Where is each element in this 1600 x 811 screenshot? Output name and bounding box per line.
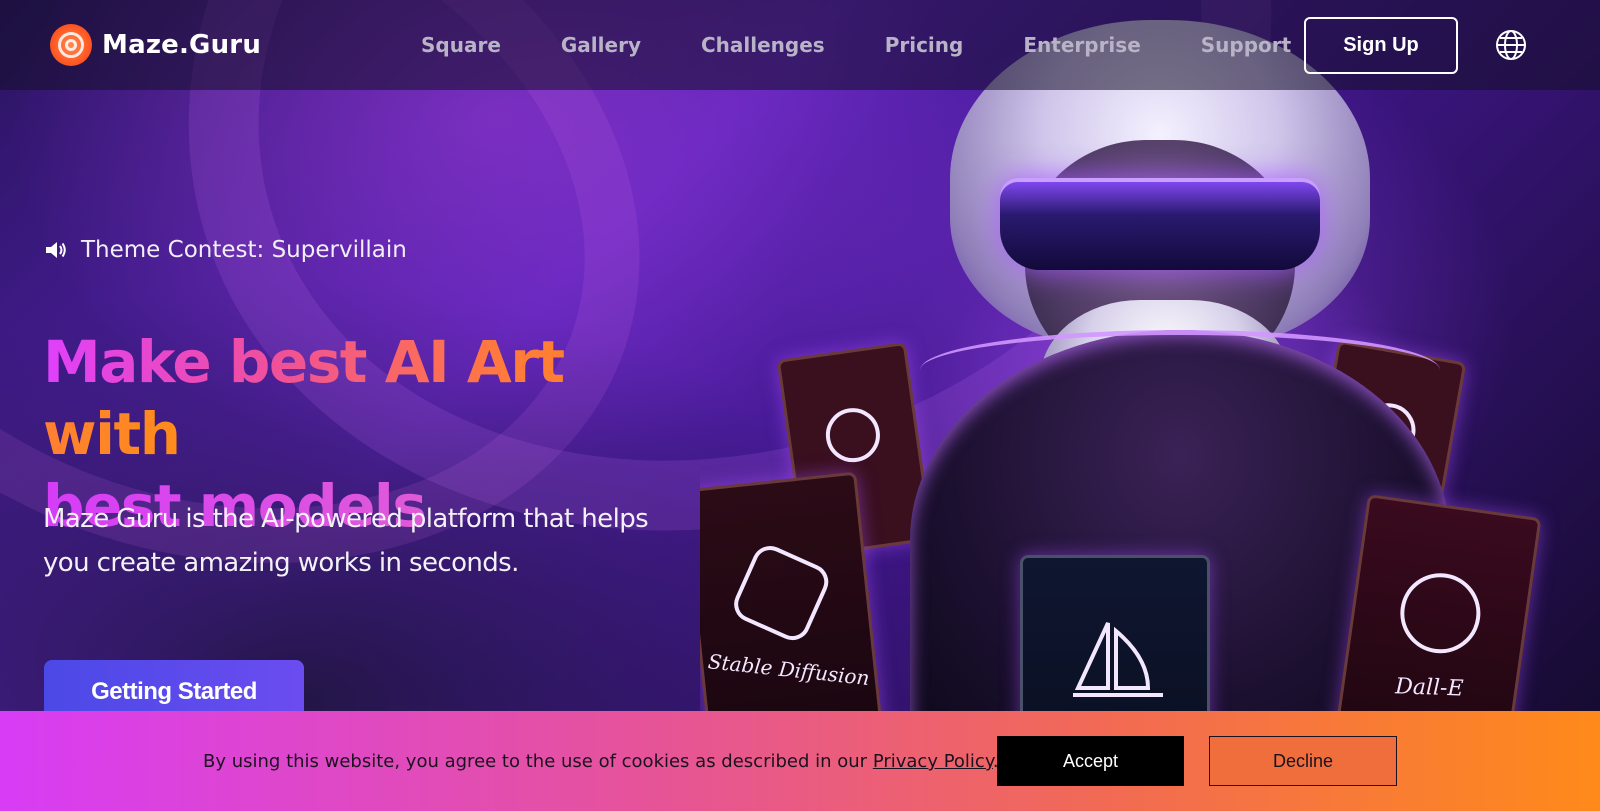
cookie-consent-bar: By using this website, you agree to the …	[0, 711, 1600, 811]
character-collar	[920, 330, 1440, 410]
openai-logo-icon	[1394, 567, 1486, 659]
card-label: Stable Diffusion	[706, 649, 871, 691]
stable-diffusion-logo-icon	[727, 540, 834, 646]
privacy-policy-link[interactable]: Privacy Policy	[873, 751, 993, 772]
hero-artwork: Stable Diffusion Dall-E	[700, 0, 1600, 711]
announcement-text: Theme Contest: Supervillain	[81, 237, 407, 263]
brand-logo[interactable]: Maze.Guru	[50, 24, 261, 66]
model-card-midjourney	[1020, 555, 1210, 711]
midjourney-sailboat-icon	[1073, 622, 1163, 697]
main-nav: Square Gallery Challenges Pricing Enterp…	[421, 0, 1351, 90]
model-card-stable-diffusion: Stable Diffusion	[700, 471, 884, 711]
maze-logo-icon	[50, 24, 92, 66]
globe-icon[interactable]	[1495, 29, 1527, 61]
nav-link-support[interactable]: Support	[1201, 33, 1291, 57]
accept-cookies-button[interactable]: Accept	[997, 736, 1184, 786]
headline-line-1: Make best AI Art with	[43, 328, 565, 468]
nav-link-square[interactable]: Square	[421, 33, 501, 57]
nav-link-gallery[interactable]: Gallery	[561, 33, 641, 57]
cookie-notice: By using this website, you agree to the …	[203, 751, 999, 772]
cookie-notice-text: By using this website, you agree to the …	[203, 751, 868, 772]
decline-cookies-button[interactable]: Decline	[1209, 736, 1397, 786]
hero-description: Maze Guru is the AI-powered platform tha…	[43, 504, 649, 578]
card-label: Dall-E	[1394, 674, 1464, 702]
nav-link-pricing[interactable]: Pricing	[885, 33, 964, 57]
sign-up-button[interactable]: Sign Up	[1304, 17, 1458, 74]
model-card-dall-e: Dall-E	[1333, 494, 1542, 711]
nav-link-enterprise[interactable]: Enterprise	[1023, 33, 1140, 57]
character-visor	[1000, 178, 1320, 270]
brand-name: Maze.Guru	[102, 30, 262, 60]
top-navbar: Maze.Guru Square Gallery Challenges Pric…	[0, 0, 1600, 90]
speaker-icon	[46, 242, 66, 258]
nav-link-challenges[interactable]: Challenges	[701, 33, 825, 57]
openai-logo-icon	[822, 404, 884, 466]
contest-announcement[interactable]: Theme Contest: Supervillain	[45, 237, 407, 263]
